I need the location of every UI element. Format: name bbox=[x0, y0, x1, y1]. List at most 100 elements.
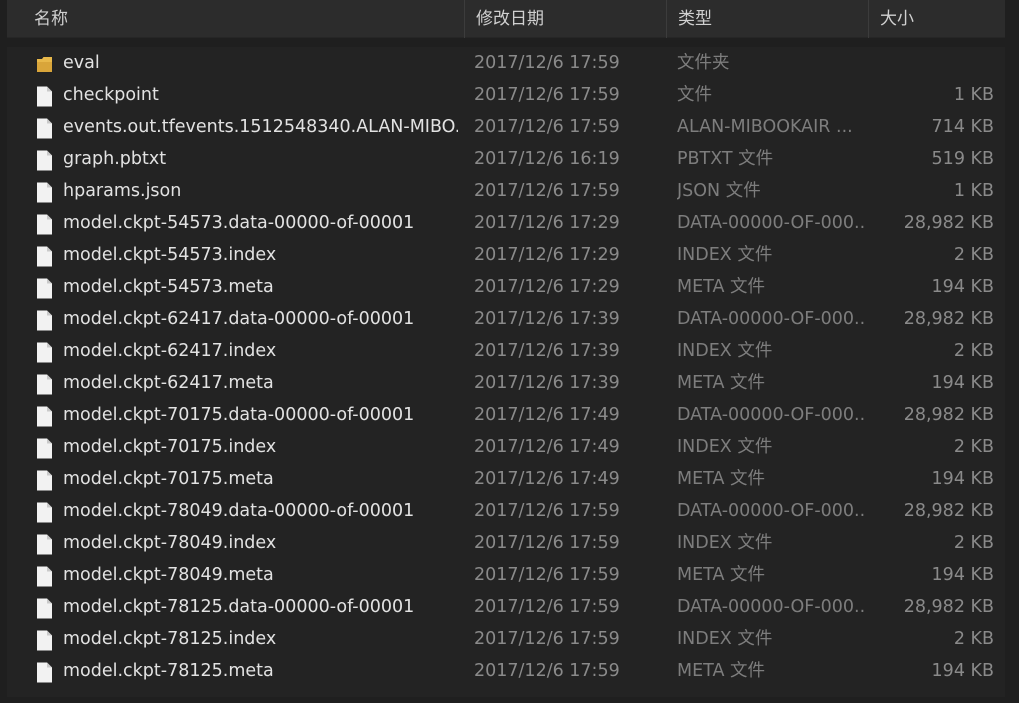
file-date: 2017/12/6 17:49 bbox=[474, 405, 620, 425]
file-date: 2017/12/6 16:19 bbox=[474, 149, 620, 169]
file-name: eval bbox=[63, 53, 100, 73]
file-name: model.ckpt-78125.index bbox=[63, 629, 277, 649]
folder-icon bbox=[36, 54, 53, 75]
column-header-size-label: 大小 bbox=[880, 9, 914, 29]
file-row[interactable]: model.ckpt-62417.data-00000-of-00001 201… bbox=[7, 303, 1005, 335]
file-size: 194 KB bbox=[931, 661, 994, 681]
file-size: 28,982 KB bbox=[903, 501, 994, 521]
file-type: 文件夹 bbox=[677, 53, 730, 73]
file-name: events.out.tfevents.1512548340.ALAN-MIBO… bbox=[63, 117, 458, 137]
file-name: model.ckpt-78049.index bbox=[63, 533, 277, 553]
file-size: 714 KB bbox=[931, 117, 994, 137]
file-row[interactable]: model.ckpt-78125.index 2017/12/6 17:59 I… bbox=[7, 623, 1005, 655]
file-name: model.ckpt-62417.meta bbox=[63, 373, 274, 393]
file-row[interactable]: model.ckpt-78125.meta 2017/12/6 17:59 ME… bbox=[7, 655, 1005, 687]
file-icon bbox=[36, 630, 53, 651]
file-row[interactable]: checkpoint 2017/12/6 17:59 文件 1 KB bbox=[7, 79, 1005, 111]
column-header-type[interactable]: 类型 bbox=[666, 0, 868, 38]
file-row[interactable]: eval 2017/12/6 17:59 文件夹 bbox=[7, 47, 1005, 79]
file-icon bbox=[36, 214, 53, 235]
file-row[interactable]: model.ckpt-78049.data-00000-of-00001 201… bbox=[7, 495, 1005, 527]
file-date: 2017/12/6 17:49 bbox=[474, 469, 620, 489]
file-icon bbox=[36, 598, 53, 619]
file-row[interactable]: hparams.json 2017/12/6 17:59 JSON 文件 1 K… bbox=[7, 175, 1005, 207]
file-size: 519 KB bbox=[931, 149, 994, 169]
file-date: 2017/12/6 17:59 bbox=[474, 597, 620, 617]
file-icon bbox=[36, 246, 53, 267]
column-header-date[interactable]: 修改日期 bbox=[464, 0, 666, 38]
file-icon bbox=[36, 310, 53, 331]
file-name: model.ckpt-78049.data-00000-of-00001 bbox=[63, 501, 415, 521]
file-type: META 文件 bbox=[677, 277, 766, 297]
file-size: 28,982 KB bbox=[903, 309, 994, 329]
file-date: 2017/12/6 17:39 bbox=[474, 309, 620, 329]
file-type: META 文件 bbox=[677, 565, 766, 585]
file-icon bbox=[36, 406, 53, 427]
file-type: INDEX 文件 bbox=[677, 341, 773, 361]
file-icon bbox=[36, 278, 53, 299]
file-row[interactable]: graph.pbtxt 2017/12/6 16:19 PBTXT 文件 519… bbox=[7, 143, 1005, 175]
file-name: model.ckpt-62417.data-00000-of-00001 bbox=[63, 309, 415, 329]
file-name: model.ckpt-78125.meta bbox=[63, 661, 274, 681]
sort-arrow-icon: ^ bbox=[237, 0, 248, 10]
file-size: 28,982 KB bbox=[903, 597, 994, 617]
file-name: checkpoint bbox=[63, 85, 159, 105]
file-name: model.ckpt-54573.data-00000-of-00001 bbox=[63, 213, 415, 233]
file-icon bbox=[36, 342, 53, 363]
file-name: model.ckpt-70175.index bbox=[63, 437, 277, 457]
file-size: 2 KB bbox=[953, 629, 994, 649]
file-name: model.ckpt-54573.index bbox=[63, 245, 277, 265]
file-date: 2017/12/6 17:29 bbox=[474, 277, 620, 297]
file-icon bbox=[36, 86, 53, 107]
file-type: META 文件 bbox=[677, 661, 766, 681]
column-header-name[interactable]: 名称 ^ bbox=[7, 0, 464, 38]
file-size: 2 KB bbox=[953, 341, 994, 361]
file-row[interactable]: model.ckpt-54573.index 2017/12/6 17:29 I… bbox=[7, 239, 1005, 271]
column-header-type-label: 类型 bbox=[678, 9, 712, 29]
file-date: 2017/12/6 17:59 bbox=[474, 661, 620, 681]
file-row[interactable]: model.ckpt-70175.data-00000-of-00001 201… bbox=[7, 399, 1005, 431]
file-date: 2017/12/6 17:49 bbox=[474, 437, 620, 457]
file-row[interactable]: model.ckpt-70175.index 2017/12/6 17:49 I… bbox=[7, 431, 1005, 463]
file-size: 2 KB bbox=[953, 437, 994, 457]
file-name: model.ckpt-78049.meta bbox=[63, 565, 274, 585]
column-header-size[interactable]: 大小 bbox=[868, 0, 1005, 38]
file-icon bbox=[36, 470, 53, 491]
file-date: 2017/12/6 17:29 bbox=[474, 213, 620, 233]
file-type: DATA-00000-OF-000... bbox=[677, 309, 867, 329]
file-date: 2017/12/6 17:59 bbox=[474, 53, 620, 73]
file-type: INDEX 文件 bbox=[677, 629, 773, 649]
file-size: 194 KB bbox=[931, 565, 994, 585]
file-type: DATA-00000-OF-000... bbox=[677, 501, 867, 521]
file-list: eval 2017/12/6 17:59 文件夹 checkpoint 2017… bbox=[7, 47, 1005, 697]
column-header-date-label: 修改日期 bbox=[476, 9, 544, 29]
file-type: INDEX 文件 bbox=[677, 245, 773, 265]
file-name: graph.pbtxt bbox=[63, 149, 167, 169]
file-row[interactable]: model.ckpt-62417.index 2017/12/6 17:39 I… bbox=[7, 335, 1005, 367]
file-type: ALAN-MIBOOKAIR ... bbox=[677, 117, 853, 137]
file-date: 2017/12/6 17:39 bbox=[474, 341, 620, 361]
file-row[interactable]: model.ckpt-54573.meta 2017/12/6 17:29 ME… bbox=[7, 271, 1005, 303]
file-row[interactable]: model.ckpt-62417.meta 2017/12/6 17:39 ME… bbox=[7, 367, 1005, 399]
file-type: META 文件 bbox=[677, 373, 766, 393]
file-name: hparams.json bbox=[63, 181, 182, 201]
file-row[interactable]: model.ckpt-78125.data-00000-of-00001 201… bbox=[7, 591, 1005, 623]
column-header-name-label: 名称 bbox=[34, 9, 68, 29]
file-date: 2017/12/6 17:59 bbox=[474, 565, 620, 585]
file-row[interactable]: model.ckpt-78049.meta 2017/12/6 17:59 ME… bbox=[7, 559, 1005, 591]
file-row[interactable]: model.ckpt-78049.index 2017/12/6 17:59 I… bbox=[7, 527, 1005, 559]
file-row[interactable]: events.out.tfevents.1512548340.ALAN-MIBO… bbox=[7, 111, 1005, 143]
file-name: model.ckpt-54573.meta bbox=[63, 277, 274, 297]
file-row[interactable]: model.ckpt-70175.meta 2017/12/6 17:49 ME… bbox=[7, 463, 1005, 495]
file-date: 2017/12/6 17:39 bbox=[474, 373, 620, 393]
file-icon bbox=[36, 662, 53, 683]
file-type: 文件 bbox=[677, 85, 712, 105]
file-row[interactable]: model.ckpt-54573.data-00000-of-00001 201… bbox=[7, 207, 1005, 239]
file-name: model.ckpt-62417.index bbox=[63, 341, 277, 361]
file-type: META 文件 bbox=[677, 469, 766, 489]
file-icon bbox=[36, 534, 53, 555]
file-size: 2 KB bbox=[953, 245, 994, 265]
file-size: 194 KB bbox=[931, 469, 994, 489]
file-icon bbox=[36, 150, 53, 171]
file-type: DATA-00000-OF-000... bbox=[677, 405, 867, 425]
